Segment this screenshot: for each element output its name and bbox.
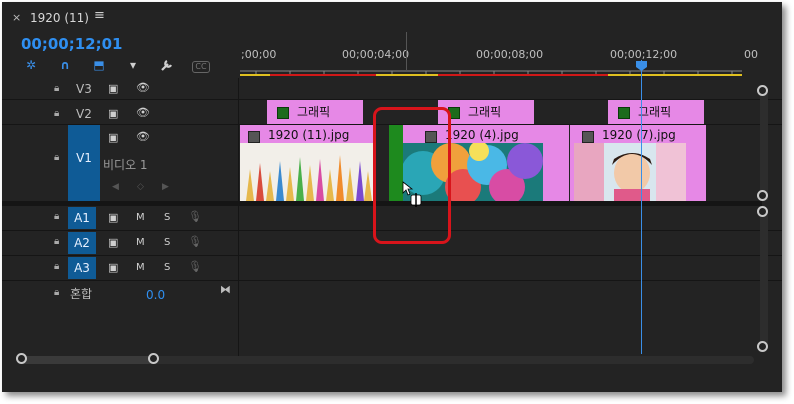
clip-label: 1920 (4).jpg (445, 128, 519, 142)
next-keyframe-icon[interactable]: ▶ (162, 182, 169, 192)
mix-expand-icon[interactable]: ⧓ (220, 283, 231, 296)
clip-label: 그래픽 (297, 105, 331, 119)
close-tab-icon[interactable]: × (12, 11, 21, 24)
solo-button[interactable]: S (164, 237, 170, 248)
sync-lock-icon[interactable]: ▣ (108, 107, 118, 120)
sync-lock-icon[interactable]: ▣ (108, 82, 118, 95)
lock-icon[interactable]: 🔒︎ (54, 152, 59, 163)
ruler-label-16s: 00 (744, 48, 758, 61)
sync-lock-icon[interactable]: ▣ (108, 261, 118, 274)
clip-title-bar: 1920 (7).jpg (574, 127, 680, 143)
ruler-label-4s: 00;00;04;00 (342, 48, 410, 61)
zoom-scrollbar-thumb[interactable] (22, 356, 152, 364)
mix-volume-value[interactable]: 0.0 (146, 288, 165, 302)
source-patch-a3[interactable]: A3 (68, 257, 96, 279)
sync-lock-icon[interactable]: ▣ (108, 131, 118, 144)
ruler-cursor-line (406, 32, 407, 72)
magnet-icon[interactable]: ∩ (54, 58, 76, 76)
track-label-v3[interactable]: V3 (76, 82, 92, 96)
clip-label: 1920 (7).jpg (602, 128, 676, 142)
clip-label: 1920 (11).jpg (268, 128, 350, 142)
fx-badge-icon (277, 107, 289, 119)
playhead-line[interactable] (641, 60, 642, 354)
lock-icon[interactable]: 🔒︎ (54, 261, 59, 272)
sync-lock-icon[interactable]: ▣ (108, 211, 118, 224)
source-patch-a2[interactable]: A2 (68, 232, 96, 254)
scroll-handle-bottom[interactable] (757, 341, 768, 352)
source-patch-a1[interactable]: A1 (68, 207, 96, 229)
solo-button[interactable]: S (164, 262, 170, 273)
microphone-icon[interactable]: 🎙︎ (188, 235, 202, 248)
graphic-clip[interactable]: 그래픽 (608, 100, 704, 124)
sequence-tab-title[interactable]: 1920 (11) (30, 11, 89, 25)
lock-icon[interactable]: 🔒︎ (54, 287, 59, 298)
ruler-label-8s: 00;00;08;00 (476, 48, 544, 61)
video-clip[interactable]: 1920 (11).jpg (240, 125, 374, 201)
source-patch-v1[interactable]: V1 (68, 125, 100, 201)
solo-button[interactable]: S (164, 212, 170, 223)
row-separator (2, 255, 782, 256)
clip-label: 그래픽 (468, 105, 502, 119)
eye-icon[interactable]: 👁︎ (136, 106, 150, 119)
eye-icon[interactable]: 👁︎ (136, 130, 150, 143)
linked-selection-icon[interactable]: ⬒ (88, 58, 110, 76)
captions-icon[interactable]: CC (192, 61, 210, 73)
audio-tracks-scrollbar[interactable] (760, 212, 768, 346)
lock-icon[interactable]: 🔒︎ (54, 108, 59, 119)
highlight-annotation (373, 107, 451, 244)
microphone-icon[interactable]: 🎙︎ (188, 210, 202, 223)
mute-button[interactable]: M (136, 262, 145, 273)
graphic-clip[interactable]: 그래픽 (438, 100, 534, 124)
add-marker-icon[interactable]: ▾ (122, 58, 144, 76)
clip-thumbnail-child (574, 143, 686, 201)
graphic-clip[interactable]: 그래픽 (267, 100, 363, 124)
video-clip[interactable]: 1920 (7).jpg (570, 125, 706, 201)
timeline-panel: × 1920 (11) ≡ 00;00;12;01 ✲ ∩ ⬒ ▾ CC ;00… (2, 2, 782, 392)
mix-track-label: 혼합 (70, 287, 93, 301)
lock-icon[interactable]: 🔒︎ (54, 236, 59, 247)
ruler-label-0: ;00;00 (241, 48, 277, 61)
lock-icon[interactable]: 🔒︎ (54, 211, 59, 222)
zoom-handle-right[interactable] (148, 353, 159, 364)
playhead-timecode[interactable]: 00;00;12;01 (21, 35, 123, 53)
mute-button[interactable]: M (136, 212, 145, 223)
panel-menu-icon[interactable]: ≡ (94, 8, 105, 23)
clip-title-bar: 1920 (11).jpg (240, 127, 354, 143)
scroll-handle-bottom[interactable] (757, 190, 768, 201)
track-name-v1[interactable]: 비디오 1 (103, 156, 148, 173)
clip-thumbnail-pencils (240, 143, 374, 201)
scroll-handle-top[interactable] (757, 206, 768, 217)
scroll-handle-top[interactable] (757, 85, 768, 96)
wrench-icon[interactable] (156, 58, 178, 76)
mute-button[interactable]: M (136, 237, 145, 248)
fx-badge-icon (248, 131, 260, 143)
time-ruler[interactable] (240, 70, 742, 76)
fx-badge-icon (618, 107, 630, 119)
header-divider (238, 78, 239, 356)
snap-icon[interactable]: ✲ (20, 58, 42, 76)
sync-lock-icon[interactable]: ▣ (108, 236, 118, 249)
track-label-v2[interactable]: V2 (76, 107, 92, 121)
clip-label: 그래픽 (638, 105, 672, 119)
eye-icon[interactable]: 👁︎ (136, 81, 150, 94)
lock-icon[interactable]: 🔒︎ (54, 83, 59, 94)
tab-bar: × 1920 (11) ≡ (2, 2, 782, 32)
fx-badge-icon (582, 131, 594, 143)
add-keyframe-icon[interactable]: ◇ (137, 182, 144, 192)
row-separator (2, 280, 782, 281)
prev-keyframe-icon[interactable]: ◀ (112, 182, 119, 192)
microphone-icon[interactable]: 🎙︎ (188, 260, 202, 273)
video-tracks-scrollbar[interactable] (760, 92, 768, 200)
zoom-handle-left[interactable] (16, 353, 27, 364)
